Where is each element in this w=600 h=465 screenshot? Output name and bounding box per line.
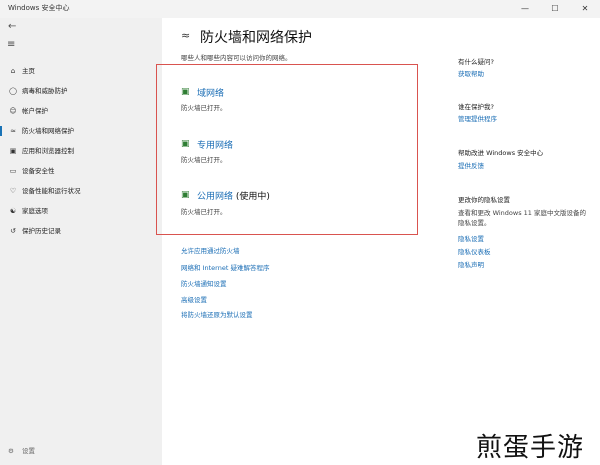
sidebar-item-label: 设置 [22,447,35,455]
help-heading: 有什么疑问? [458,58,494,66]
sidebar-item-device-performance[interactable]: ♡ 设备性能和运行状况 [0,182,162,200]
private-network-link[interactable]: 专用网络 [197,138,233,151]
watermark: 煎蛋手游 [476,433,585,463]
notification-settings-link[interactable]: 防火墙通知设置 [181,278,227,288]
close-button[interactable]: ✕ [570,0,600,18]
allow-app-link[interactable]: 允许应用通过防火墙 [181,245,240,255]
privacy-statement-link[interactable]: 隐私声明 [458,259,484,269]
home-icon: ⌂ [10,67,16,75]
maximize-button[interactable]: ☐ [540,0,570,18]
feedback-link[interactable]: 提供反馈 [458,160,484,170]
privacy-heading: 更改你的隐私设置 [458,196,510,204]
private-network-icon: ▣ [181,139,190,149]
window-title: Windows 安全中心 [8,4,70,12]
family-icon: ☯ [9,207,17,215]
troubleshooter-link[interactable]: 网络和 Internet 疑难解答程序 [181,262,269,272]
domain-network-link[interactable]: 域网络 [197,86,224,99]
hamburger-icon[interactable]: ≡ [7,39,15,50]
page-title: 防火墙和网络保护 [200,30,312,46]
public-network-icon: ▣ [181,190,190,200]
sidebar-item-settings[interactable]: ⚙ 设置 [0,442,162,460]
active-tag: (使用中) [235,192,270,202]
advanced-settings-link[interactable]: 高级设置 [181,294,207,304]
sidebar-item-app-browser[interactable]: ▣ 应用和浏览器控制 [0,142,162,160]
sidebar-item-history[interactable]: ↺ 保护历史记录 [0,222,162,240]
sidebar-item-label: 防火墙和网络保护 [22,127,74,135]
app-window-icon: ▣ [9,147,17,155]
sidebar-item-firewall[interactable]: ≈ 防火墙和网络保护 [0,122,162,140]
arrow-left-icon[interactable]: ← [8,21,16,32]
wifi-icon: ≈ [181,29,191,42]
sidebar-item-account[interactable]: ☺ 帐户保护 [0,102,162,120]
domain-network-status: 防火墙已打开。 [181,104,227,112]
manage-providers-link[interactable]: 管理提供程序 [458,113,497,123]
sidebar-item-label: 应用和浏览器控制 [22,147,74,155]
public-network-link[interactable]: 公用网络 (使用中) [197,189,270,202]
domain-network-icon: ▣ [181,87,190,97]
restore-defaults-link[interactable]: 将防火墙还原为默认设置 [181,309,253,319]
laptop-icon: ▭ [9,167,17,175]
sidebar-item-label: 帐户保护 [22,107,48,115]
person-icon: ☺ [9,107,17,115]
private-network-status: 防火墙已打开。 [181,156,227,164]
privacy-dashboard-link[interactable]: 隐私仪表板 [458,246,491,256]
get-help-link[interactable]: 获取帮助 [458,68,484,78]
sidebar: ← ≡ ⌂ 主页 ◯ 病毒和威胁防护 ☺ 帐户保护 ≈ 防火墙和网络保护 ▣ 应… [0,18,162,465]
public-network-status: 防火墙已打开。 [181,208,227,216]
sidebar-item-label: 家庭选项 [22,207,48,215]
sidebar-item-label: 设备性能和运行状况 [22,187,81,195]
feedback-heading: 帮助改进 Windows 安全中心 [458,149,544,157]
sidebar-item-family[interactable]: ☯ 家庭选项 [0,202,162,220]
gear-icon: ⚙ [8,447,14,455]
shield-icon: ◯ [9,87,17,95]
heart-icon: ♡ [9,187,17,195]
provider-heading: 谁在保护我? [458,103,494,111]
sidebar-item-label: 主页 [22,67,35,75]
sidebar-item-label: 病毒和威胁防护 [22,87,68,95]
sidebar-item-home[interactable]: ⌂ 主页 [0,62,162,80]
wifi-icon: ≈ [10,127,16,135]
title-bar: Windows 安全中心 — ☐ ✕ [0,0,600,18]
minimize-button[interactable]: — [510,0,540,18]
history-icon: ↺ [10,227,16,235]
privacy-description: 查看和更改 Windows 11 家庭中文版设备的隐私设置。 [458,209,586,227]
sidebar-item-label: 设备安全性 [22,167,55,175]
page-subtitle: 哪些人和哪些内容可以访问你的网络。 [181,54,292,62]
privacy-settings-link[interactable]: 隐私设置 [458,233,484,243]
sidebar-item-device-security[interactable]: ▭ 设备安全性 [0,162,162,180]
sidebar-item-label: 保护历史记录 [22,227,61,235]
sidebar-item-virus[interactable]: ◯ 病毒和威胁防护 [0,82,162,100]
